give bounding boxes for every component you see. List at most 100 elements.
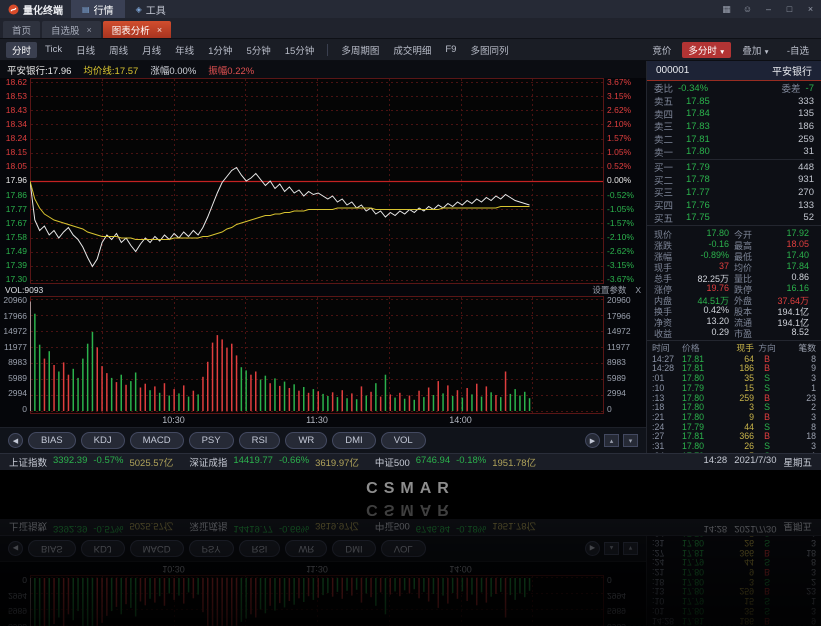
period-button[interactable]: 日线 (70, 42, 101, 58)
order-book: 卖五17.85333卖四17.84135卖三17.83186卖二17.81259… (647, 95, 821, 224)
axis-tick: 17966 (607, 312, 631, 321)
axis-tick: 17.86 (6, 191, 27, 200)
stats-cell: 市盈8.52 (734, 327, 814, 338)
window-controls: ▦ ☺–□× (716, 0, 821, 18)
stats-cell: 现价17.80 (654, 228, 734, 239)
user-icon: ☺ (743, 4, 752, 14)
window-reflection: 量化终端 ▤行情◈工具 ▦☺–□× 首页自选股×图表分析× 分时Tick日线周线… (0, 519, 821, 626)
axis-tick: 5989 (8, 374, 27, 383)
volume-pane-close-button[interactable]: X (635, 285, 641, 295)
index-item-szse[interactable]: 深证成指14419.77-0.66%3619.97亿 (189, 455, 359, 469)
book-price: 17.80 (686, 146, 730, 157)
order-book-row: 买三17.77270 (654, 186, 814, 199)
tick-time: :21 (652, 412, 682, 422)
indicator-tab-dmi[interactable]: DMI (332, 432, 375, 449)
indicator-tab-rsi[interactable]: RSI (239, 432, 281, 449)
user-button[interactable]: ☺ (737, 0, 758, 18)
tick-direction: S (754, 373, 780, 383)
order-book-row: 买一17.79448 (654, 161, 814, 174)
auction-button[interactable]: 竞价 (646, 42, 677, 58)
index-item-csi500[interactable]: 中证5006746.94-0.18%1951.78亿 (375, 455, 536, 469)
period-button[interactable]: Tick (39, 43, 68, 56)
stats-label: 内盘 (654, 294, 672, 305)
overlay-button[interactable]: 叠加▼ (736, 42, 775, 58)
page-tab-home[interactable]: 首页 (3, 21, 40, 38)
indicator-tab-psy[interactable]: PSY (189, 432, 234, 449)
tick-col-header: 现手 (718, 341, 754, 354)
axis-tick: -0.52% (607, 191, 634, 200)
menu-tab-label: 工具 (146, 2, 166, 17)
stats-cell: 内盘 44.51万 (654, 294, 734, 305)
apps-grid-button[interactable]: ▦ (716, 0, 737, 18)
index-value: 6746.94 (416, 455, 450, 469)
stats-value: 44.51万 (697, 294, 729, 305)
tick-count: 1 (780, 383, 816, 393)
view-button[interactable]: 多周期图 (335, 42, 385, 58)
tick-count: 8 (780, 354, 816, 364)
book-volume: 52 (803, 212, 814, 223)
indicator-prev-button[interactable]: ◀ (8, 433, 23, 448)
axis-tick: 2994 (607, 389, 626, 398)
minimize-button[interactable]: – (758, 0, 779, 18)
csmar-watermark: CSMAR (0, 480, 821, 498)
tick-volume: 186 (718, 363, 754, 373)
status-bar: 上证指数3392.39-0.57%5025.57亿 深证成指14419.77-0.… (0, 453, 821, 470)
period-button[interactable]: 分时 (6, 42, 37, 58)
indicator-tab-wr[interactable]: WR (285, 432, 327, 449)
tick-direction: B (754, 393, 780, 403)
view-button[interactable]: 多图同列 (464, 42, 514, 58)
book-volume: 333 (798, 96, 814, 107)
period-button[interactable]: 年线 (169, 42, 200, 58)
indicator-tab-vol[interactable]: VOL (381, 432, 426, 449)
index-pct: -0.57% (93, 455, 123, 469)
tab-close-icon[interactable]: × (87, 25, 92, 35)
indicator-tab-macd[interactable]: MACD (130, 432, 184, 449)
period-button[interactable]: 周线 (103, 42, 134, 58)
tab-close-icon[interactable]: × (157, 25, 162, 35)
stats-label: 净资 (654, 316, 672, 327)
multi-intraday-button[interactable]: 多分时▼ (682, 42, 731, 58)
indicator-tab-bar: ◀ BIAS KDJ MACD PSY RSIWR DMI VOL ▶ ▴ ▾ (0, 427, 646, 453)
axis-tick: -1.05% (607, 205, 634, 214)
close-button[interactable]: × (800, 0, 821, 18)
period-button[interactable]: 月线 (136, 42, 167, 58)
page-tab-chart-analysis[interactable]: 图表分析× (103, 21, 171, 38)
price-axis-left: 18.6218.5318.4318.3418.2418.1518.0517.96… (0, 78, 30, 284)
indicator-tab-bias[interactable]: BIAS (28, 432, 76, 449)
tick-direction: B (754, 354, 780, 364)
menu-tab-tools[interactable]: ◈工具 (125, 0, 177, 18)
indicator-next-button[interactable]: ▶ (585, 433, 600, 448)
stats-cell: 跌停16.16 (734, 283, 814, 294)
stats-value: 19.76 (706, 283, 729, 294)
main-area: 平安银行:17.96均价线:17.57涨幅0.00%振幅0.22% 18.621… (0, 61, 821, 453)
time-axis-label: 11:30 (306, 415, 328, 425)
pane-up-button[interactable]: ▴ (604, 434, 619, 447)
indicator-tab-kdj[interactable]: KDJ (81, 432, 125, 449)
menu-tab-quotes[interactable]: ▤行情 (71, 0, 125, 18)
index-pct: -0.18% (456, 455, 486, 469)
price-chart-canvas[interactable] (30, 78, 604, 284)
pane-down-button[interactable]: ▾ (623, 434, 638, 447)
tick-time: :18 (652, 402, 682, 412)
quote-panel: 000001 平安银行 委比-0.34%委差-7 卖五17.85333卖四17.… (646, 61, 821, 453)
menu-bar: ▤行情◈工具 (71, 0, 177, 18)
view-button[interactable]: 成交明细 (387, 42, 437, 58)
stats-value: -0.16 (708, 239, 729, 250)
stats-row: 涨幅-0.89%最低17.40 (654, 250, 814, 261)
page-tab-watchlist[interactable]: 自选股× (42, 21, 101, 38)
period-button[interactable]: 5分钟 (240, 42, 276, 58)
axis-tick: 17.39 (6, 261, 27, 270)
avg-line-label: 均价线:17.57 (83, 63, 138, 77)
period-button[interactable]: 15分钟 (279, 42, 321, 58)
tick-price: 17.80 (682, 393, 718, 403)
view-button[interactable]: F9 (439, 43, 462, 56)
volume-chart-canvas[interactable] (30, 296, 604, 414)
period-button[interactable]: 1分钟 (202, 42, 238, 58)
weicha-label: 委差 (782, 81, 801, 95)
tick-time: :24 (652, 422, 682, 432)
tick-count: 23 (780, 393, 816, 403)
index-item-sse[interactable]: 上证指数3392.39-0.57%5025.57亿 (9, 455, 173, 469)
maximize-button[interactable]: □ (779, 0, 800, 18)
tick-row: :0117.8035S3 (652, 373, 816, 383)
remove-watchlist-button[interactable]: -自选 (781, 42, 815, 58)
